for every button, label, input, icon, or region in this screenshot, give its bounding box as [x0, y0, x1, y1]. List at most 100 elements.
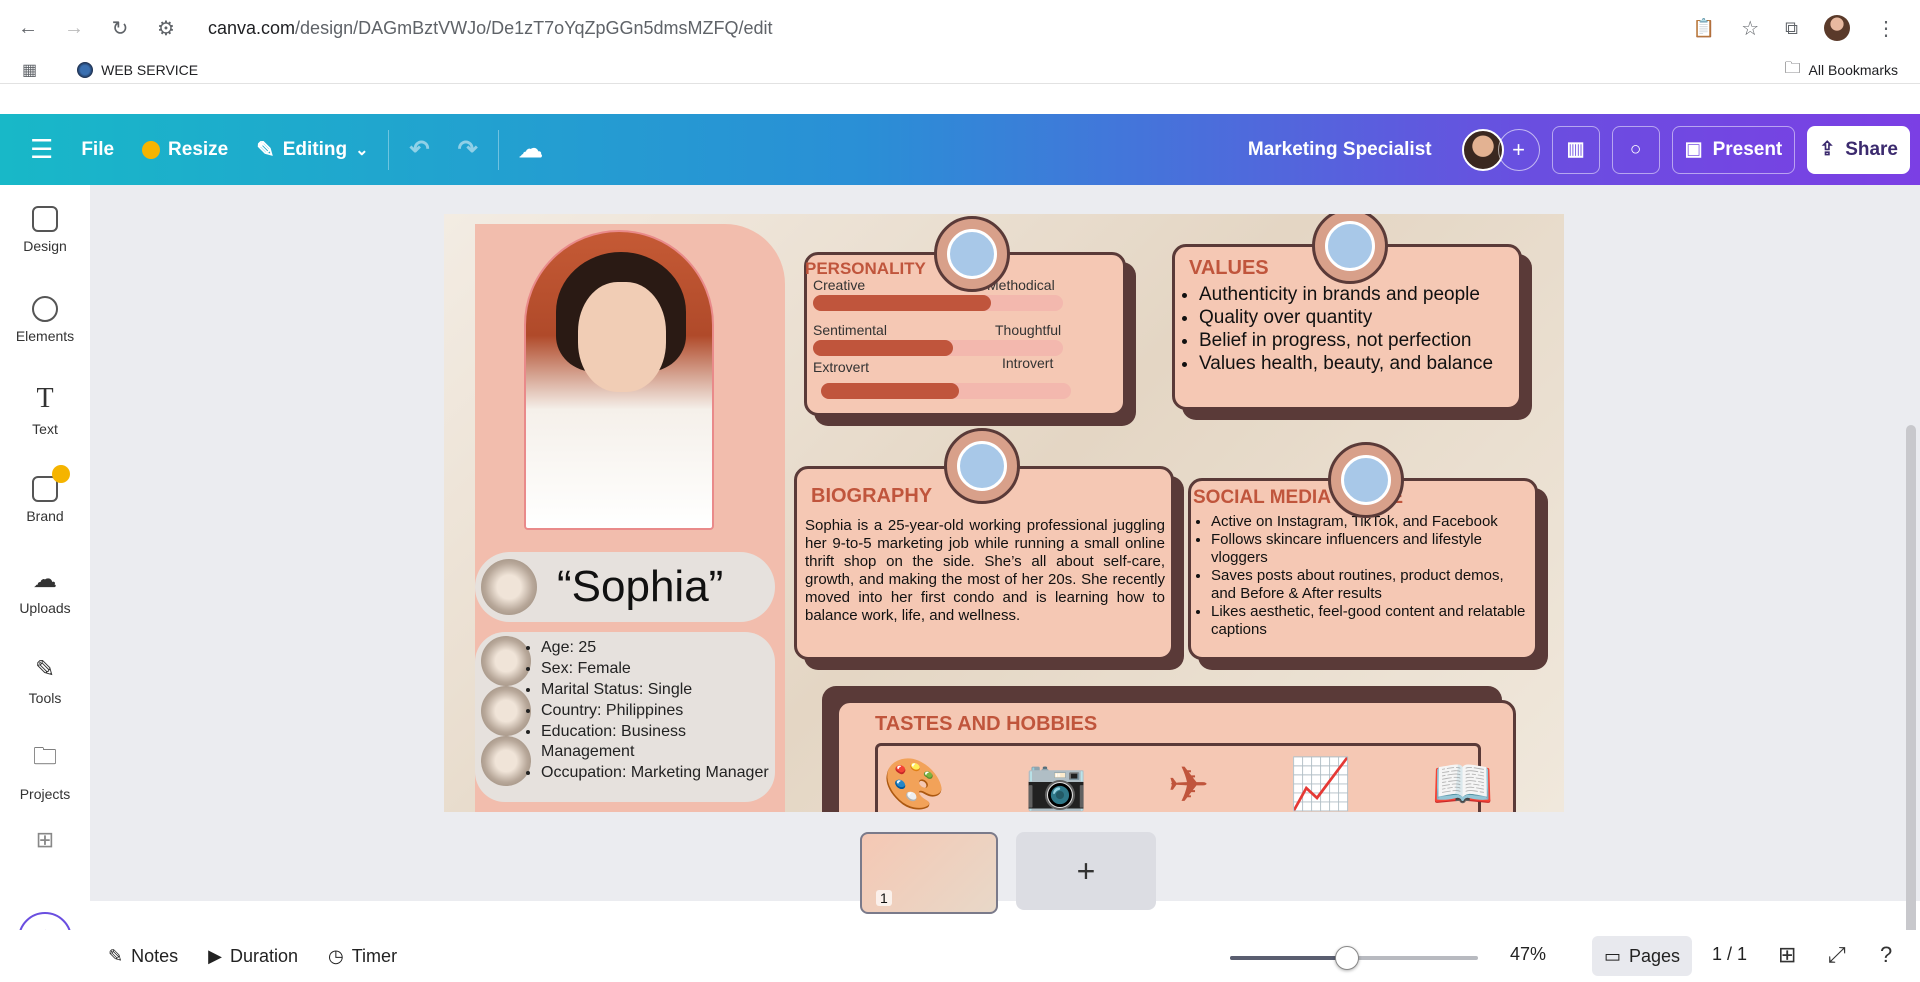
editing-mode-dropdown[interactable]: ✎ Editing ⌄: [242, 128, 382, 172]
insights-button[interactable]: ▥: [1551, 125, 1600, 174]
folder-icon: 🗀: [1784, 59, 1801, 77]
social-media-badge: [1328, 442, 1404, 518]
zoom-slider-fill: [1230, 956, 1347, 960]
timer-button[interactable]: ◷ Timer: [328, 946, 397, 967]
book-icon: 📖: [1431, 756, 1494, 812]
pencil-icon: ✎: [256, 136, 275, 162]
grid-view-icon[interactable]: ⊞: [1778, 942, 1796, 968]
info-item: Sex: Female: [541, 659, 769, 679]
bookmark-web-service[interactable]: WEB SERVICE: [77, 62, 198, 78]
help-icon[interactable]: ?: [1880, 942, 1892, 968]
all-bookmarks-label: All Bookmarks: [1808, 62, 1898, 78]
duration-button[interactable]: ▶ Duration: [208, 946, 298, 967]
hobbies-title: TASTES AND HOBBIES: [875, 713, 1098, 735]
tools-icon: ✎: [34, 655, 56, 683]
info-item: Education: Business Management: [541, 722, 701, 762]
main-menu-button[interactable]: ☰: [16, 128, 67, 172]
duration-icon: ▶: [208, 945, 222, 966]
star-icon[interactable]: ☆: [1741, 16, 1759, 41]
page-count: 1 / 1: [1712, 944, 1748, 964]
cloud-save-icon[interactable]: ☁: [505, 128, 557, 172]
notes-label: Notes: [131, 945, 179, 966]
bookmark-label: WEB SERVICE: [101, 62, 199, 78]
clipboard-icon[interactable]: 📋: [1693, 18, 1715, 39]
persona-name: “Sophia”: [557, 562, 724, 611]
comments-button[interactable]: ○: [1611, 125, 1660, 174]
trait-bar-fill: [813, 295, 991, 311]
forward-icon[interactable]: →: [58, 12, 90, 44]
resize-button[interactable]: Resize: [128, 128, 242, 172]
info-box[interactable]: Age: 25 Sex: Female Marital Status: Sing…: [475, 632, 775, 802]
fullscreen-icon[interactable]: ⤢: [1828, 942, 1846, 968]
values-list: Authenticity in brands and people Qualit…: [1183, 283, 1493, 375]
airplane-icon: ✈: [1167, 756, 1210, 813]
chart-icon: 📈: [1289, 756, 1352, 812]
sidebar-item-elements[interactable]: Elements: [0, 275, 90, 365]
page-thumbnail-number: 1: [876, 890, 892, 906]
site-settings-icon[interactable]: ⚙: [150, 12, 182, 44]
bookmarks-bar: ▦ WEB SERVICE 🗀 All Bookmarks: [0, 56, 1920, 84]
biography-title: BIOGRAPHY: [811, 485, 933, 507]
sidebar-item-projects[interactable]: 🗀 Projects: [0, 725, 90, 815]
extensions-icon[interactable]: ⧉: [1785, 18, 1798, 39]
trait-left: Extrovert: [813, 359, 870, 375]
sidebar-item-tools[interactable]: ✎ Tools: [0, 635, 90, 725]
back-icon[interactable]: ←: [12, 12, 44, 44]
url-host: canva.com: [208, 17, 296, 38]
design-icon: [32, 206, 58, 232]
name-bar[interactable]: “Sophia”: [475, 552, 775, 622]
sidebar-item-uploads[interactable]: ☁ Uploads: [0, 545, 90, 635]
apps-grid-icon[interactable]: ▦: [22, 60, 37, 80]
address-bar[interactable]: canva.com/design/DAGmBztVWJo/De1zT7oYqZp…: [208, 18, 1693, 39]
trait-right: Introvert: [1002, 355, 1054, 371]
page-thumbnail[interactable]: 1: [860, 832, 998, 914]
present-icon: ▣: [1684, 139, 1703, 160]
sidebar-item-label: Projects: [19, 785, 71, 802]
redo-button[interactable]: ↷: [444, 128, 492, 172]
document-title[interactable]: Marketing Specialist: [1248, 139, 1432, 161]
left-sidebar: Design Elements T Text Brand ☁ Uploads ✎…: [0, 185, 90, 901]
share-icon: ⇪: [1819, 139, 1836, 160]
trait-left: Creative: [813, 277, 866, 293]
zoom-slider[interactable]: [1230, 946, 1478, 970]
all-bookmarks[interactable]: 🗀 All Bookmarks: [1785, 57, 1898, 84]
values-item: Quality over quantity: [1199, 306, 1493, 329]
trait-bar-fill: [821, 383, 959, 399]
sidebar-item-text[interactable]: T Text: [0, 365, 90, 455]
sidebar-item-brand[interactable]: Brand: [0, 455, 90, 545]
swirl-icon: [481, 736, 531, 786]
trait-left: Sentimental: [813, 322, 887, 338]
pages-button[interactable]: ▭ Pages: [1592, 936, 1692, 976]
social-media-list: Active on Instagram, TikTok, and Faceboo…: [1197, 513, 1537, 639]
profile-avatar[interactable]: [1824, 15, 1850, 41]
add-page-button[interactable]: +: [1016, 832, 1156, 910]
hobbies-card[interactable]: TASTES AND HOBBIES 🎨 📷 ✈ 📈 📖: [836, 700, 1516, 812]
info-item: Occupation: Marketing Manager: [541, 763, 769, 783]
undo-button[interactable]: ↶: [395, 128, 443, 172]
reload-icon[interactable]: ↻: [104, 12, 136, 44]
present-button[interactable]: ▣ Present: [1671, 125, 1796, 174]
premium-crown-icon: [52, 465, 70, 483]
file-menu[interactable]: File: [67, 128, 128, 172]
zoom-slider-knob[interactable]: [1334, 946, 1359, 970]
add-collaborator-button[interactable]: +: [1497, 128, 1540, 171]
notes-button[interactable]: ✎ Notes: [108, 946, 178, 967]
sidebar-item-label: Tools: [28, 689, 62, 706]
trait-bar-fill: [813, 340, 953, 356]
design-page[interactable]: “Sophia” Age: 25 Sex: Female Marital Sta…: [444, 214, 1564, 812]
toolbar-divider: [497, 129, 499, 170]
duration-label: Duration: [229, 945, 299, 966]
photo-face: [578, 282, 666, 392]
social-media-item: Likes aesthetic, feel-good content and r…: [1211, 603, 1537, 639]
camera-icon: 📷: [1025, 756, 1088, 812]
resize-label: Resize: [168, 138, 229, 160]
menu-dots-icon[interactable]: ⋮: [1876, 16, 1896, 41]
share-button[interactable]: ⇪ Share: [1807, 125, 1910, 174]
profile-photo[interactable]: [524, 230, 714, 530]
info-item: Country: Philippines: [541, 701, 769, 721]
comment-icon: ○: [1629, 138, 1642, 160]
zoom-level[interactable]: 47%: [1510, 944, 1546, 965]
info-item: Age: 25: [541, 638, 769, 658]
url-path: /design/DAGmBztVWJo/De1zT7oYqZpGGn5dmsMZ…: [295, 17, 773, 38]
sidebar-item-design[interactable]: Design: [0, 185, 90, 275]
